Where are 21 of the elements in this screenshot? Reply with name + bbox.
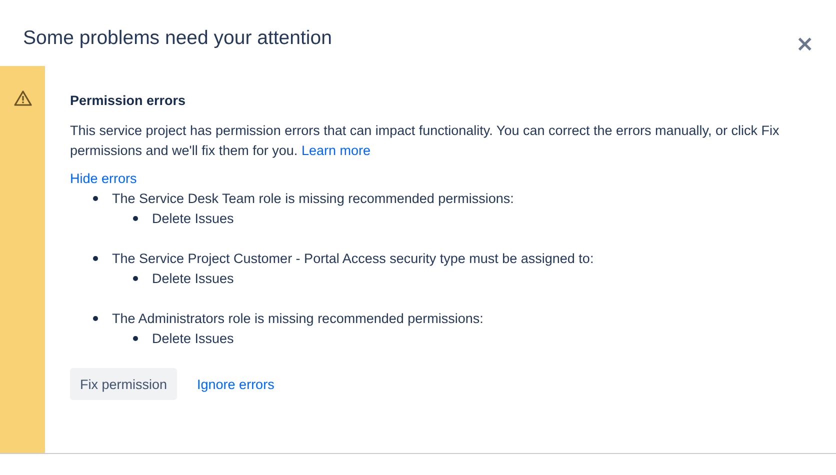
fix-permission-button[interactable]: Fix permission: [70, 368, 178, 400]
bullet-icon: [133, 276, 138, 280]
bullet-icon: [93, 196, 98, 200]
error-text: The Service Desk Team role is missing recommended permissions:: [112, 190, 514, 206]
permission-item: Delete Issues: [152, 330, 234, 346]
bullet-icon: [93, 316, 98, 320]
error-text: The Administrators role is missing recommended permissions:: [112, 310, 484, 326]
hide-errors-link[interactable]: Hide errors: [70, 171, 137, 186]
dialog-title: Some problems need your attention: [23, 27, 332, 50]
warning-description: This service project has permission errors that can impact functionality. You can correct the errors manually, or click Fix permissions and we'll fix them for you. Learn more: [70, 122, 780, 160]
bullet-icon: [133, 336, 138, 340]
learn-more-link[interactable]: Learn more: [301, 143, 370, 158]
warning-heading: Permission errors: [70, 93, 187, 108]
ignore-errors-link[interactable]: Ignore errors: [197, 376, 274, 392]
warning-icon: [14, 90, 32, 106]
permission-item: Delete Issues: [152, 210, 234, 226]
close-button[interactable]: ×: [796, 34, 814, 56]
bullet-icon: [133, 216, 138, 220]
error-text: The Service Project Customer - Portal Access security type must be assigned to:: [112, 250, 594, 266]
bullet-icon: [93, 256, 98, 260]
permission-item: Delete Issues: [152, 270, 234, 286]
